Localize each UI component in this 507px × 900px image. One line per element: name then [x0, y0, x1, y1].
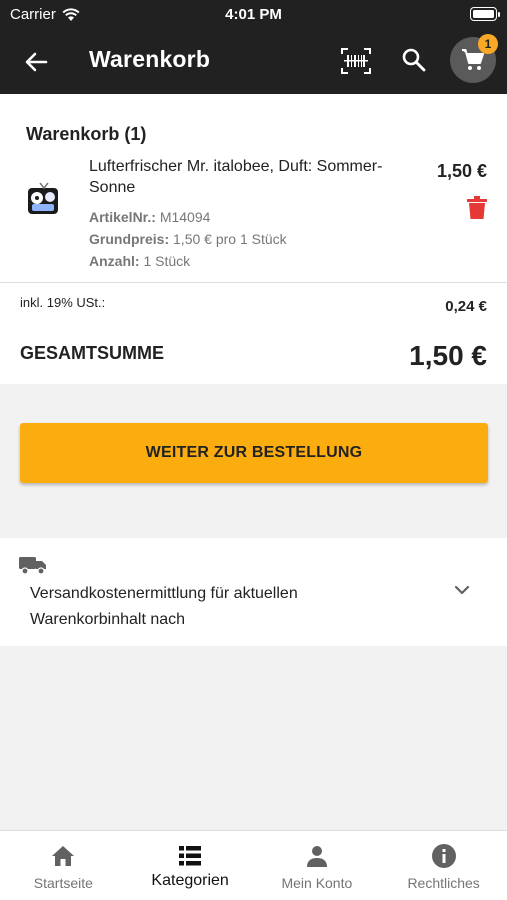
shipping-cost-text: Versandkostenermittlung für aktuellen Wa… — [30, 585, 298, 628]
product-price: 1,50 € — [436, 161, 487, 181]
nav-label: Startseite — [33, 875, 93, 891]
nav-item-rechtliches[interactable]: Rechtliches — [380, 831, 507, 900]
truck-icon — [19, 557, 46, 575]
checkout-button[interactable]: WEITER ZUR BESTELLUNG — [20, 423, 488, 483]
nav-label: Rechtliches — [407, 875, 480, 891]
chevron-down-icon[interactable] — [453, 584, 471, 596]
top-bar: Carrier 4:01 PM Warenkorb 1 — [0, 0, 507, 94]
product-name[interactable]: Lufterfrischer Mr. italobee, Duft: Somme… — [89, 156, 419, 198]
nav-label: Mein Konto — [281, 875, 353, 891]
nav-item-kategorien[interactable]: Kategorien — [127, 831, 254, 900]
quantity-label: Anzahl: — [89, 253, 140, 269]
quantity-row: Anzahl: 1 Stück — [89, 253, 190, 269]
nav-item-startseite[interactable]: Startseite — [0, 831, 127, 900]
info-icon — [431, 844, 456, 868]
bottom-navigation: Startseite Kategorien Mein Konto Rechtli… — [0, 830, 507, 900]
article-number-label: ArtikelNr.: — [89, 209, 156, 225]
cart-count-badge: 1 — [478, 34, 498, 54]
nav-label: Kategorien — [151, 872, 229, 889]
shipping-cost-section[interactable]: Versandkostenermittlung für aktuellen Wa… — [0, 538, 507, 646]
article-number-value: M14094 — [159, 209, 211, 225]
total-label: GESAMTSUMME — [20, 343, 164, 363]
delete-icon[interactable] — [466, 196, 488, 220]
status-bar: Carrier 4:01 PM — [0, 0, 507, 30]
barcode-scan-icon[interactable] — [340, 46, 372, 76]
back-arrow-icon[interactable] — [22, 48, 50, 76]
tax-value: 0,24 € — [445, 298, 487, 315]
base-price-label: Grundpreis: — [89, 231, 170, 247]
list-icon — [179, 846, 202, 866]
app-header: Warenkorb 1 — [0, 30, 507, 94]
cart-heading: Warenkorb (1) — [26, 124, 147, 144]
total-value: 1,50 € — [409, 340, 487, 371]
home-icon — [52, 846, 75, 866]
person-icon — [306, 846, 327, 867]
nav-item-mein-konto[interactable]: Mein Konto — [254, 831, 381, 900]
base-price-row: Grundpreis: 1,50 € pro 1 Stück — [89, 231, 287, 247]
status-time: 4:01 PM — [225, 6, 282, 23]
tax-label: inkl. 19% USt.: — [20, 295, 106, 310]
base-price-value: 1,50 € pro 1 Stück — [173, 231, 287, 247]
article-number-row: ArtikelNr.: M14094 — [89, 209, 210, 225]
search-icon[interactable] — [400, 46, 428, 74]
product-thumbnail[interactable] — [22, 178, 64, 220]
battery-icon — [470, 7, 500, 21]
page-title: Warenkorb — [89, 46, 211, 72]
divider — [0, 282, 507, 283]
quantity-value: 1 Stück — [143, 253, 191, 269]
